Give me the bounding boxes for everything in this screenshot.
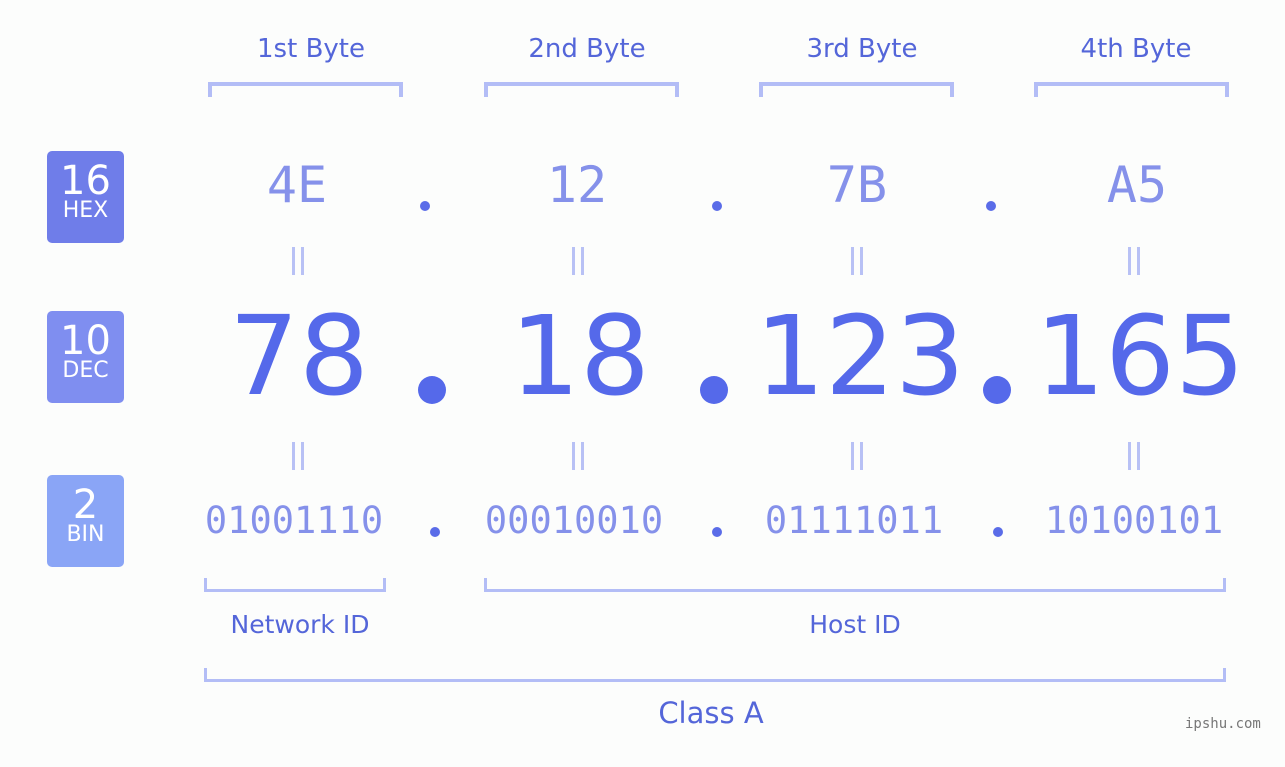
class-bracket bbox=[204, 668, 1226, 682]
equals-icon bbox=[848, 247, 868, 275]
dec-separator-2 bbox=[700, 376, 728, 404]
bin-base: 2 bbox=[72, 482, 99, 528]
bin-label: BIN bbox=[66, 522, 105, 547]
dec-byte-3: 123 bbox=[755, 292, 965, 420]
watermark: ipshu.com bbox=[1185, 716, 1261, 732]
byte-label-2: 2nd Byte bbox=[528, 34, 646, 64]
byte-bracket-4 bbox=[1034, 82, 1229, 97]
bin-byte-4: 10100101 bbox=[1044, 499, 1224, 542]
dec-separator-3 bbox=[983, 376, 1011, 404]
equals-icon bbox=[289, 247, 309, 275]
bin-byte-3: 01111011 bbox=[764, 499, 944, 542]
host-id-label: Host ID bbox=[809, 610, 901, 639]
host-id-bracket bbox=[484, 578, 1226, 592]
hex-byte-3: 7B bbox=[826, 156, 888, 214]
dec-label: DEC bbox=[62, 358, 109, 383]
byte-bracket-2 bbox=[484, 82, 679, 97]
equals-icon bbox=[848, 442, 868, 470]
bin-separator-2 bbox=[712, 527, 722, 537]
byte-bracket-1 bbox=[208, 82, 403, 97]
dec-byte-4: 165 bbox=[1035, 292, 1245, 420]
class-label: Class A bbox=[658, 696, 764, 730]
hex-separator-2 bbox=[712, 201, 722, 211]
dec-separator-1 bbox=[418, 376, 446, 404]
hex-separator-1 bbox=[420, 201, 430, 211]
equals-icon bbox=[289, 442, 309, 470]
network-id-label: Network ID bbox=[230, 610, 370, 639]
bin-badge: 2 BIN bbox=[47, 475, 124, 567]
bin-byte-1: 01001110 bbox=[204, 499, 384, 542]
hex-byte-4: A5 bbox=[1106, 156, 1168, 214]
equals-icon bbox=[1125, 442, 1145, 470]
hex-byte-1: 4E bbox=[266, 156, 328, 214]
bin-separator-1 bbox=[430, 527, 440, 537]
dec-byte-2: 18 bbox=[510, 292, 650, 420]
dec-byte-1: 78 bbox=[229, 292, 369, 420]
byte-label-3: 3rd Byte bbox=[806, 34, 918, 64]
equals-icon bbox=[569, 247, 589, 275]
network-id-bracket bbox=[204, 578, 386, 592]
dec-badge: 10 DEC bbox=[47, 311, 124, 403]
byte-bracket-3 bbox=[759, 82, 954, 97]
dec-base: 10 bbox=[60, 318, 111, 364]
byte-label-4: 4th Byte bbox=[1080, 34, 1192, 64]
hex-badge: 16 HEX bbox=[47, 151, 124, 243]
byte-label-1: 1st Byte bbox=[257, 34, 365, 64]
hex-base: 16 bbox=[60, 158, 111, 204]
hex-label: HEX bbox=[62, 198, 109, 223]
hex-byte-2: 12 bbox=[546, 156, 608, 214]
equals-icon bbox=[1125, 247, 1145, 275]
bin-byte-2: 00010010 bbox=[484, 499, 664, 542]
hex-separator-3 bbox=[986, 201, 996, 211]
equals-icon bbox=[569, 442, 589, 470]
bin-separator-3 bbox=[993, 527, 1003, 537]
